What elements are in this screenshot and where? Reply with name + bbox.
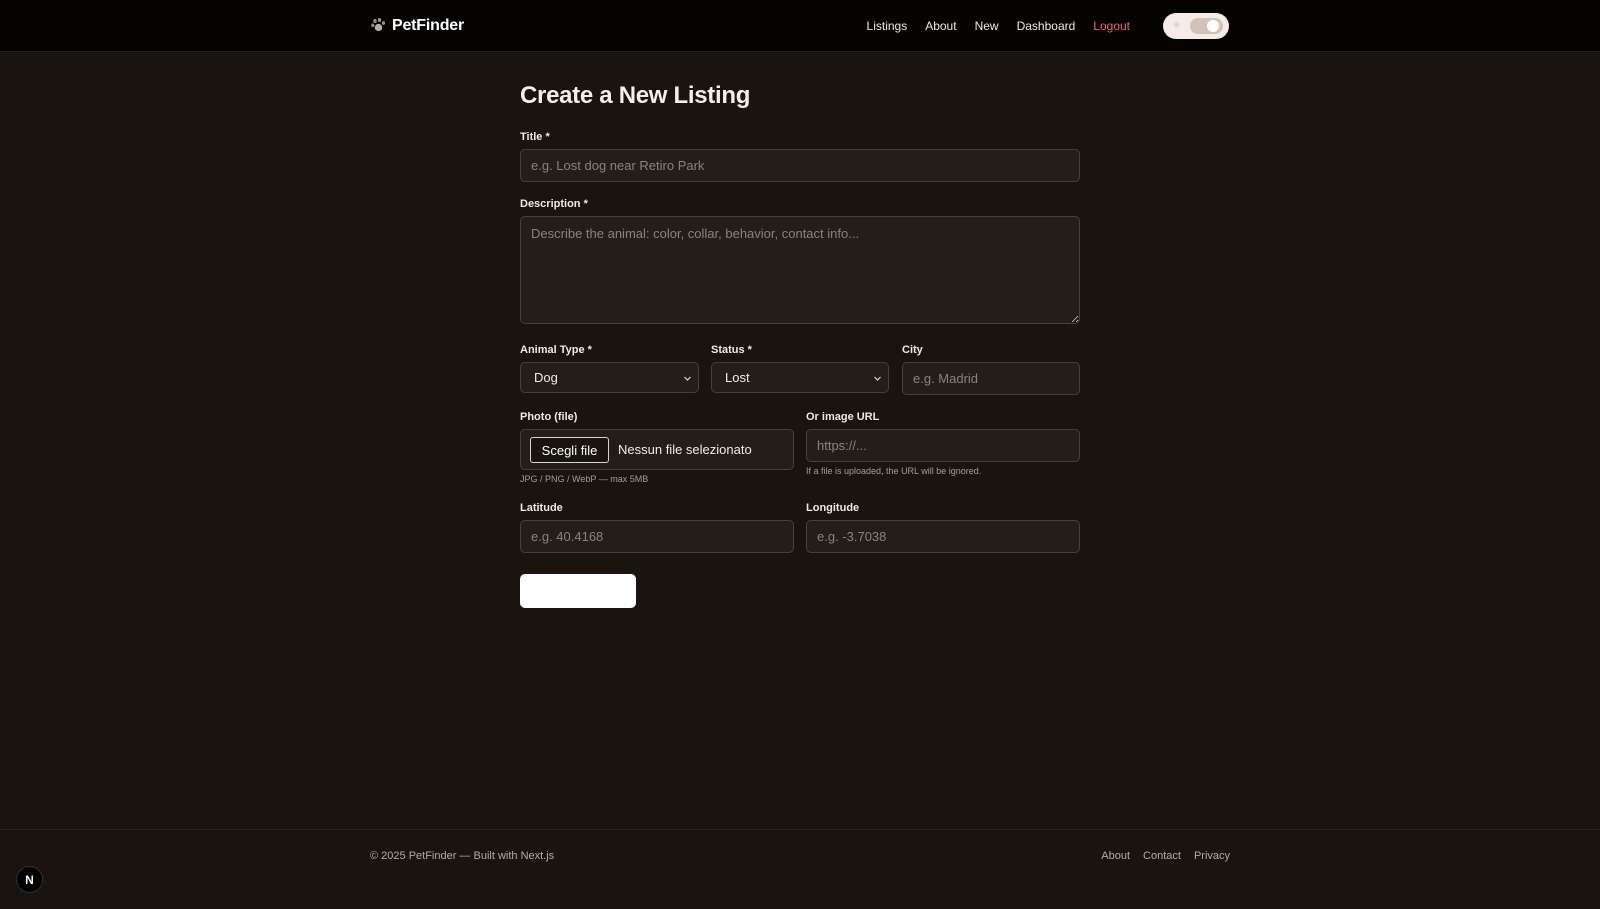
copyright: © 2025 PetFinder — Built with Next.js (370, 850, 555, 862)
status-select[interactable]: Lost (711, 362, 889, 393)
theme-toggle[interactable]: ✺ (1163, 13, 1229, 39)
footer-link-contact[interactable]: Contact (1143, 850, 1181, 862)
animal-type-select[interactable]: Dog (520, 362, 699, 393)
nav-link-dashboard[interactable]: Dashboard (1017, 19, 1076, 33)
title-input[interactable] (520, 149, 1080, 182)
toggle-knob (1207, 20, 1219, 32)
brand-logo[interactable]: PetFinder (370, 14, 464, 38)
footer-link-privacy[interactable]: Privacy (1194, 850, 1230, 862)
footer: © 2025 PetFinder — Built with Next.js Ab… (0, 829, 1600, 909)
image-url-input[interactable] (806, 429, 1080, 462)
city-input[interactable] (902, 362, 1080, 395)
latitude-label: Latitude (520, 502, 563, 514)
status-label: Status * (711, 344, 752, 356)
logout-link[interactable]: Logout (1093, 19, 1130, 33)
longitude-label: Longitude (806, 502, 860, 514)
photo-label: Photo (file) (520, 411, 578, 423)
image-url-label: Or image URL (806, 411, 880, 423)
paw-icon (371, 18, 386, 32)
page-title: Create a New Listing (520, 82, 751, 109)
footer-link-about[interactable]: About (1101, 850, 1130, 862)
photo-file-input[interactable]: Scegli file Nessun file selezionato (520, 429, 794, 470)
nav-links: Listings About New Dashboard Logout (867, 0, 1130, 52)
choose-file-button[interactable]: Scegli file (530, 437, 609, 463)
chevron-down-icon (684, 376, 691, 381)
nav-link-listings[interactable]: Listings (867, 19, 908, 33)
footer-links: About Contact Privacy (1101, 850, 1230, 862)
city-label: City (902, 344, 923, 356)
photo-hint: JPG / PNG / WebP — max 5MB (520, 474, 649, 484)
chevron-down-icon (874, 376, 881, 381)
description-textarea[interactable] (520, 216, 1080, 324)
description-label: Description * (520, 198, 588, 210)
status-value: Lost (725, 370, 750, 385)
animal-type-label: Animal Type * (520, 344, 592, 356)
brand-name: PetFinder (392, 17, 464, 34)
sun-icon: ✺ (1173, 20, 1181, 30)
file-status: Nessun file selezionato (618, 442, 752, 457)
nav-link-about[interactable]: About (925, 19, 956, 33)
animal-type-value: Dog (534, 370, 558, 385)
submit-button[interactable] (520, 574, 636, 608)
title-label: Title * (520, 131, 550, 143)
latitude-input[interactable] (520, 520, 794, 553)
longitude-input[interactable] (806, 520, 1080, 553)
nav-link-new[interactable]: New (975, 19, 999, 33)
image-url-hint: If a file is uploaded, the URL will be i… (806, 466, 982, 476)
nextjs-dev-badge[interactable]: N (16, 866, 43, 893)
navbar: PetFinder Listings About New Dashboard L… (0, 0, 1600, 52)
